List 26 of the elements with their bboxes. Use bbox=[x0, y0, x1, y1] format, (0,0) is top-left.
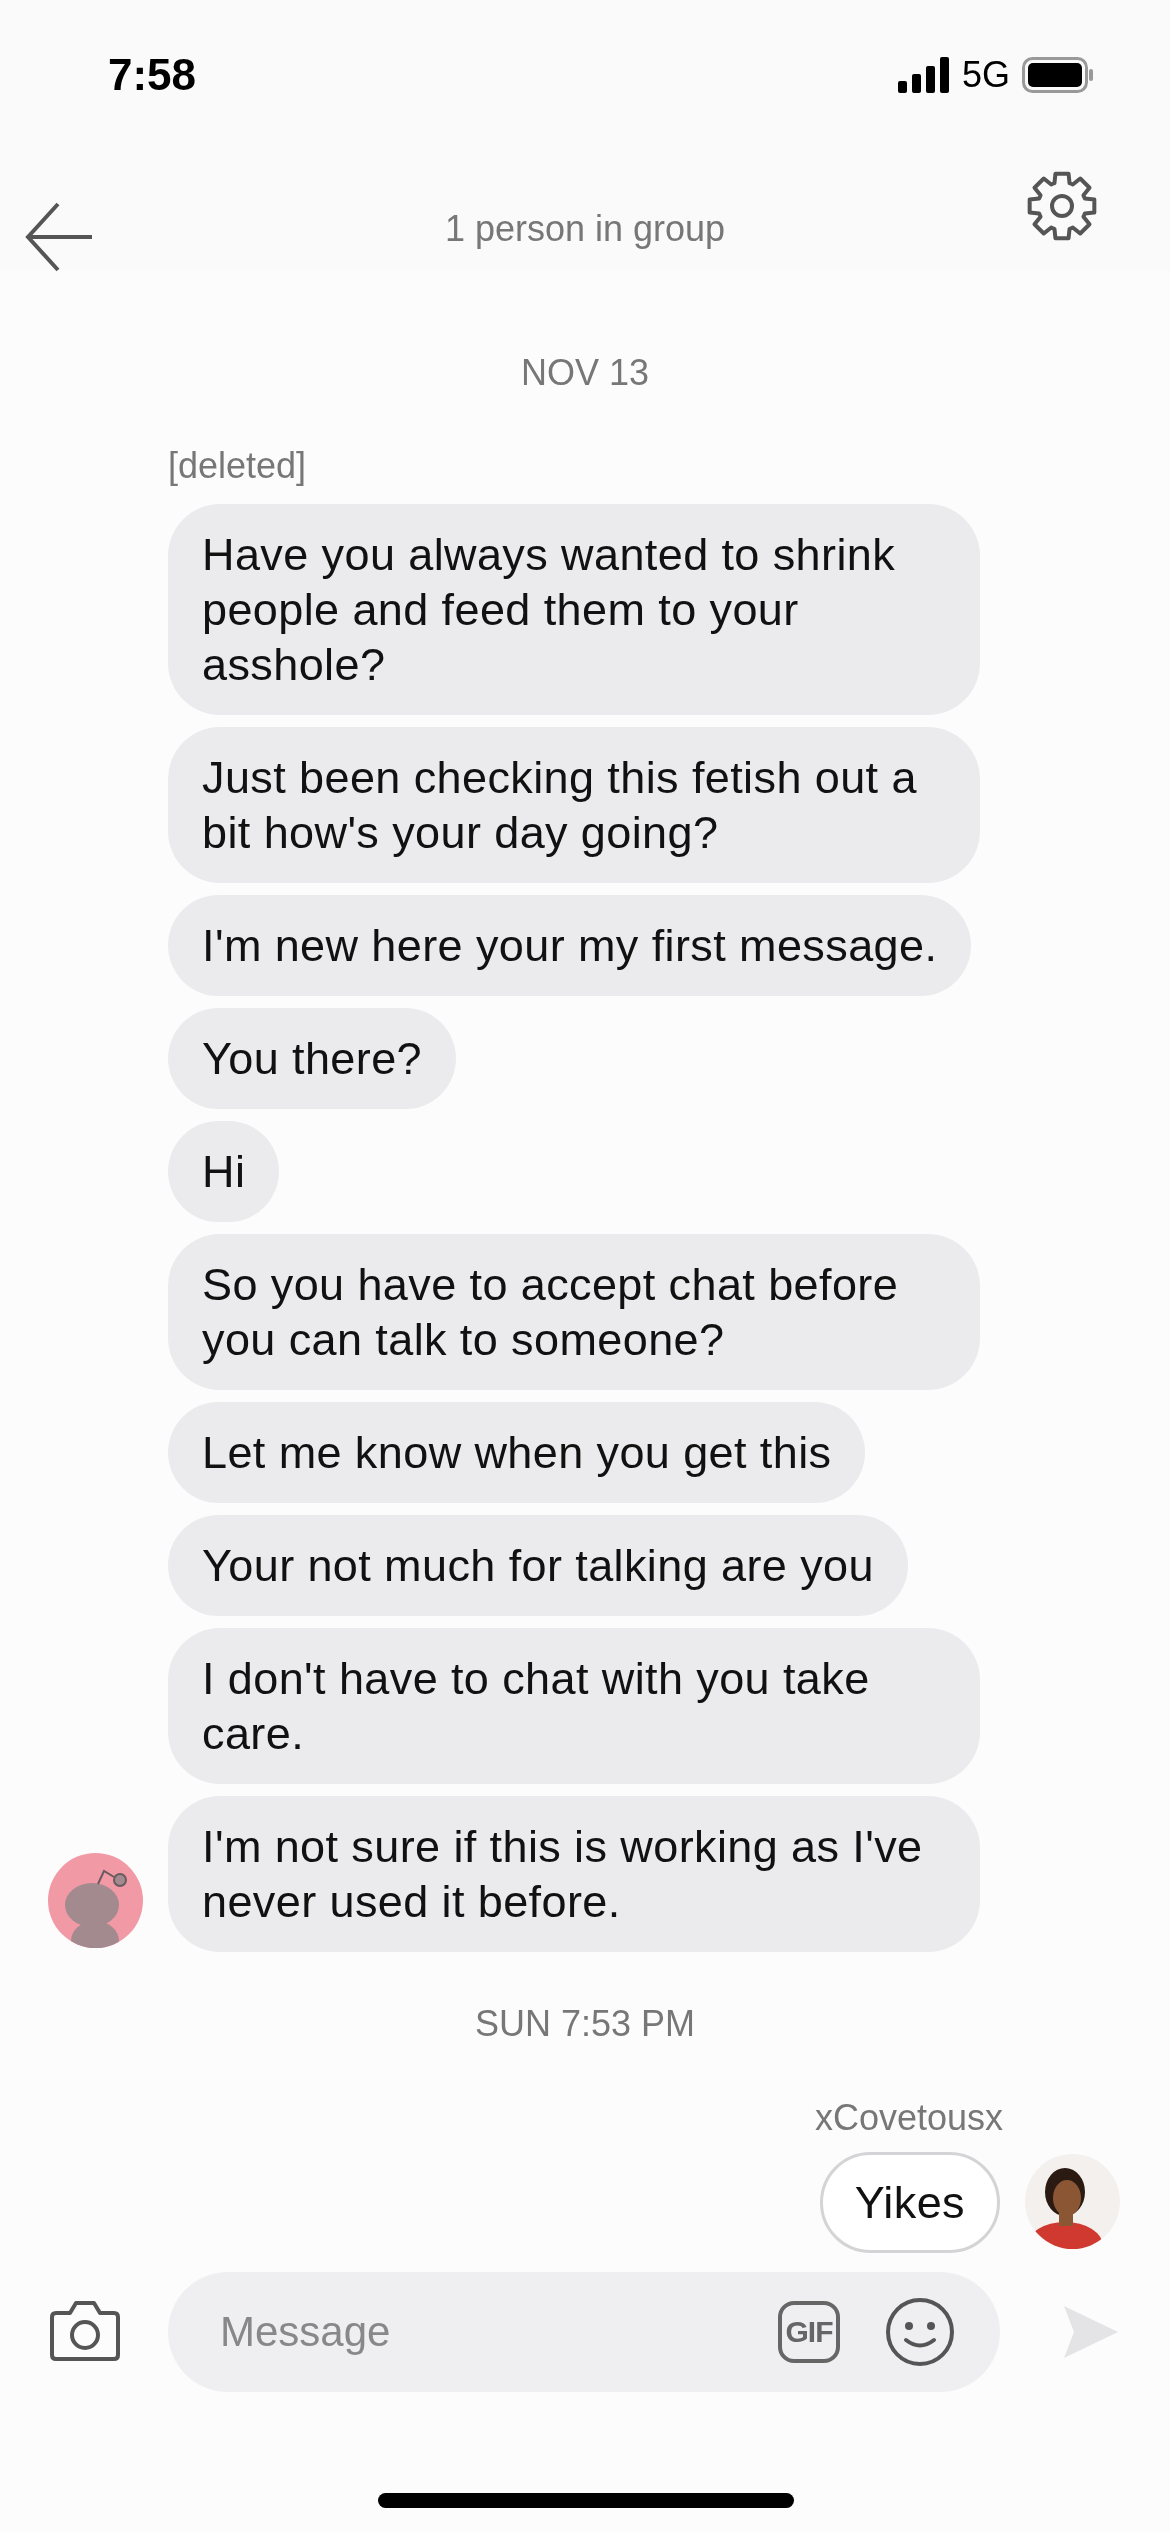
message-bubble: Let me know when you get this bbox=[168, 1402, 866, 1503]
message-input[interactable]: Message GIF bbox=[168, 2272, 1000, 2392]
battery-icon bbox=[1022, 57, 1094, 93]
message-bubble: You there? bbox=[168, 1008, 457, 1109]
sender-name: xCovetousx bbox=[813, 2096, 1004, 2140]
message-bubble: Just been checking this fetish out a bit how's your day going? bbox=[168, 727, 980, 883]
settings-icon[interactable] bbox=[1026, 170, 1098, 242]
back-button[interactable] bbox=[24, 202, 94, 272]
emoji-icon[interactable] bbox=[885, 2297, 955, 2367]
message-bubble: Yikes bbox=[819, 2152, 1000, 2253]
message-bubble: Hi bbox=[168, 1121, 280, 1222]
status-time: 7:58 bbox=[108, 50, 197, 100]
date-separator: SUN 7:53 PM bbox=[473, 2002, 697, 2046]
camera-icon[interactable] bbox=[50, 2299, 120, 2361]
sender-name: [deleted] bbox=[167, 444, 308, 488]
group-subtitle: 1 person in group bbox=[443, 207, 727, 251]
message-bubble: Your not much for talking are you bbox=[168, 1515, 908, 1616]
message-bubble: I'm not sure if this is working as I've never used it before. bbox=[168, 1796, 980, 1952]
network-label: 5G bbox=[961, 54, 1010, 96]
gif-button[interactable]: GIF bbox=[778, 2301, 840, 2363]
message-bubble: So you have to accept chat before you can talk to someone? bbox=[168, 1234, 980, 1390]
date-separator: NOV 13 bbox=[519, 351, 651, 395]
signal-icon bbox=[897, 57, 950, 93]
message-bubble: I'm new here your my first message. bbox=[168, 895, 972, 996]
message-bubble: I don't have to chat with you take care. bbox=[168, 1628, 980, 1784]
message-bubble: Have you always wanted to shrink people and feed them to your asshole? bbox=[168, 504, 980, 715]
